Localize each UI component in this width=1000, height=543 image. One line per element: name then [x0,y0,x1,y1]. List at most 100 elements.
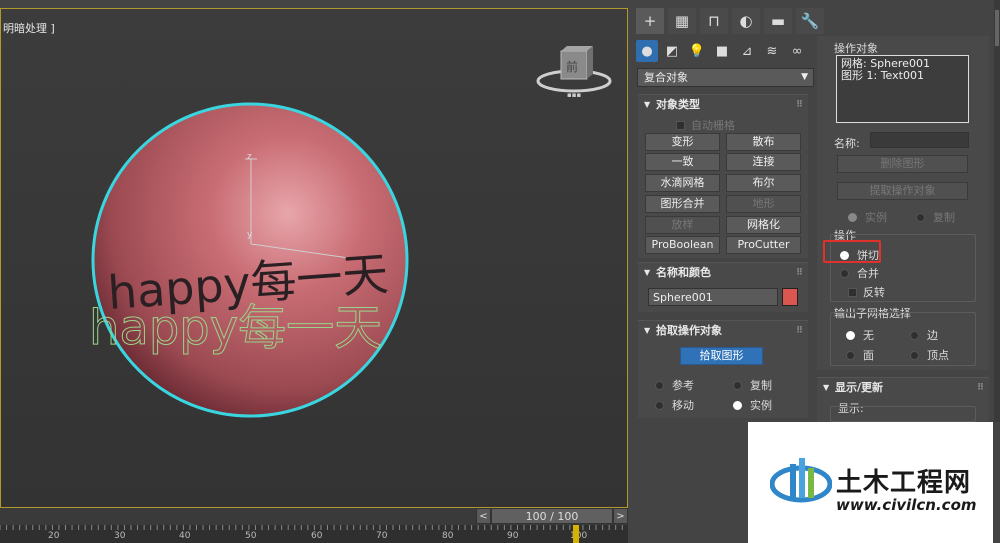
command-panel-tabs: + ▦ ⊓ ◐ ▬ 🔧 [632,8,824,36]
rollout-header[interactable]: ▼ 拾取操作对象 ⠿ [638,321,808,341]
grip-icon: ⠿ [976,383,984,393]
object-name-input[interactable] [648,288,778,306]
merge-radio[interactable]: 合并 [840,265,879,281]
collapse-triangle-icon: ▼ [644,268,651,277]
invert-checkbox[interactable]: 反转 [848,284,885,300]
auto-grid-checkbox[interactable]: 自动栅格 [676,117,735,133]
output-vertex-radio[interactable]: 顶点 [910,347,949,363]
panel-scrollbar[interactable] [994,0,1000,422]
mesher-button[interactable]: 网格化 [726,216,801,234]
create-category-tabs: ● ◩ 💡 ■ ⊿ ≋ ∞ [636,40,808,62]
output-edge-radio[interactable]: 边 [910,327,938,343]
display-group [830,406,976,422]
radio-label: 面 [863,349,874,362]
next-frame-button[interactable]: > [613,508,628,524]
viewcube-face-label: 前 [566,59,578,74]
timeline: < 100 / 100 > 20 30 40 50 60 70 80 90 10… [0,508,628,543]
delete-shape-button[interactable]: 删除图形 [837,155,968,173]
text-shape-outline: happy每一天 [89,300,382,356]
utilities-tab-icon[interactable]: 🔧 [796,8,824,34]
rollout-header[interactable]: ▼ 显示/更新 ⠿ [817,378,989,398]
morph-button[interactable]: 变形 [645,133,720,151]
radio-dot [655,400,664,410]
previous-frame-button[interactable]: < [476,508,491,524]
annotation-highlight [823,240,881,263]
tick-label: 90 [507,531,519,541]
copy-radio[interactable]: 复制 [733,377,772,393]
radio-label: 边 [927,329,938,342]
radio-label: 无 [863,329,874,342]
lights-icon[interactable]: 💡 [686,40,708,62]
modify-tab-icon[interactable]: ▦ [668,8,696,34]
track-bar[interactable]: 20 30 40 50 60 70 80 90 100 [0,525,628,543]
shapes-icon[interactable]: ◩ [661,40,683,62]
tick-label: 80 [442,531,454,541]
output-none-radio[interactable]: 无 [846,327,874,343]
blobmesh-button[interactable]: 水滴网格 [645,174,720,192]
space-warps-icon[interactable]: ≋ [761,40,783,62]
boolean-button[interactable]: 布尔 [726,174,801,192]
loft-button[interactable]: 放样 [645,216,720,234]
output-face-radio[interactable]: 面 [846,347,874,363]
radio-label: 顶点 [927,349,949,362]
axis-y-label: y [247,230,253,240]
object-color-swatch[interactable] [782,288,798,306]
connect-button[interactable]: 连接 [726,153,801,171]
collapse-triangle-icon: ▼ [644,100,651,109]
tick-label: 60 [311,531,323,541]
rollout-title: 拾取操作对象 [656,324,722,337]
geometry-icon[interactable]: ● [636,40,658,62]
extract-instance-radio[interactable]: 实例 [848,209,887,225]
rollout-header[interactable]: ▼ 对象类型 ⠿ [638,95,808,115]
display-tab-icon[interactable]: ▬ [764,8,792,34]
name-field-label: 名称: [834,137,860,150]
scene-canvas[interactable]: 前 ▪▪▪ z y happy每一天 happy每一天 [1,9,628,508]
hierarchy-tab-icon[interactable]: ⊓ [700,8,728,34]
rollout-title: 显示/更新 [835,381,884,394]
radio-label: 合并 [857,267,879,280]
operands-list[interactable]: 网格: Sphere001 图形 1: Text001 [836,55,969,123]
extract-copy-radio[interactable]: 复制 [916,209,955,225]
viewcube[interactable]: 前 ▪▪▪ [536,46,612,99]
rollout-header[interactable]: ▼ 名称和颜色 ⠿ [638,263,808,283]
radio-dot [655,380,664,390]
scrollbar-thumb[interactable] [995,10,999,46]
radio-dot [846,350,855,360]
operands-group-label: 操作对象 [834,42,878,55]
rollout-title: 对象类型 [656,98,700,111]
create-tab-icon[interactable]: + [636,8,664,34]
extract-operand-button[interactable]: 提取操作对象 [837,182,968,200]
perspective-viewport[interactable]: 明暗处理 ] 前 ▪▪▪ z y happy每一天 happy每一天 [0,8,628,508]
dropdown-value: 复合对象 [644,71,688,84]
radio-label: 实例 [750,399,772,412]
shapemerge-button[interactable]: 图形合并 [645,195,720,213]
grip-icon: ⠿ [795,268,803,278]
proboolean-button[interactable]: ProBoolean [645,236,720,254]
motion-tab-icon[interactable]: ◐ [732,8,760,34]
operand-name-input[interactable] [870,132,969,148]
radio-dot [733,400,742,410]
object-category-dropdown[interactable]: 复合对象 ▼ [637,68,814,87]
tick-label: 30 [114,531,126,541]
reference-radio[interactable]: 参考 [655,377,694,393]
cameras-icon[interactable]: ■ [711,40,733,62]
procutter-button[interactable]: ProCutter [726,236,801,254]
time-slider[interactable]: 100 / 100 [491,508,613,524]
list-item[interactable]: 图形 1: Text001 [841,70,964,82]
rollout-title: 名称和颜色 [656,266,711,279]
conform-button[interactable]: 一致 [645,153,720,171]
checkbox-box [676,120,685,130]
collapse-triangle-icon: ▼ [823,383,830,392]
radio-dot [846,330,855,340]
tick-label: 50 [245,531,257,541]
current-frame-marker[interactable] [573,525,579,543]
scatter-button[interactable]: 散布 [726,133,801,151]
terrain-button[interactable]: 地形 [726,195,801,213]
helpers-icon[interactable]: ⊿ [736,40,758,62]
instance-radio[interactable]: 实例 [733,397,772,413]
systems-icon[interactable]: ∞ [786,40,808,62]
pick-shape-button[interactable]: 拾取图形 [680,347,763,365]
radio-dot [916,212,925,222]
radio-dot [848,212,857,222]
move-radio[interactable]: 移动 [655,397,694,413]
